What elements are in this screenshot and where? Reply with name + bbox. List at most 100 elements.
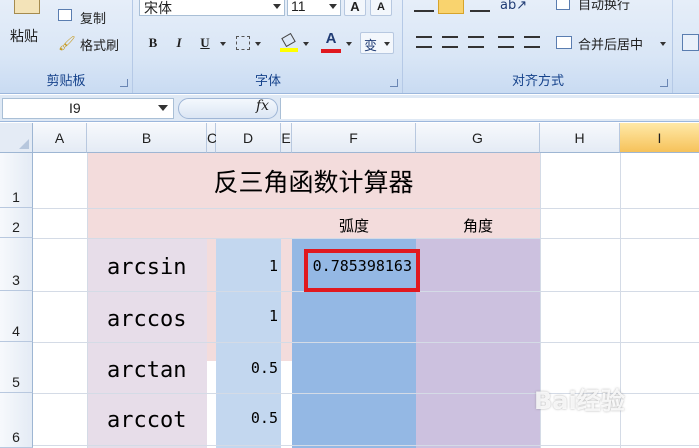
select-all-button[interactable] [0, 123, 33, 153]
column-header-d[interactable]: D [216, 123, 281, 153]
paste-icon [14, 0, 40, 14]
font-color-swatch [321, 49, 341, 53]
row-number: 3 [12, 272, 20, 288]
input-value-arctan[interactable]: 0.5 [216, 359, 278, 377]
borders-icon[interactable] [236, 36, 250, 50]
alignment-label: 对齐方式 [511, 74, 564, 89]
row-number: 1 [12, 189, 20, 205]
align-center-icon[interactable] [442, 36, 458, 48]
row-number: 5 [12, 374, 20, 390]
paste-button[interactable]: 粘贴 [10, 26, 38, 46]
function-label-arctan[interactable]: arctan [107, 358, 186, 383]
font-color-button[interactable]: A [320, 30, 342, 54]
align-bottom-icon[interactable] [470, 0, 490, 12]
chevron-down-icon [273, 4, 281, 9]
function-label-arccos[interactable]: arccos [107, 307, 186, 332]
gridline [33, 445, 699, 446]
bold-button[interactable]: B [142, 33, 164, 53]
input-value-arccos[interactable]: 1 [216, 307, 278, 325]
copy-icon [58, 9, 72, 21]
clipboard-label: 剪贴板 [46, 74, 86, 89]
align-middle-icon[interactable] [438, 0, 464, 14]
baidu-watermark: Bai经验 [534, 387, 625, 415]
input-value-arccot[interactable]: 0.5 [216, 409, 278, 427]
column-header-c[interactable]: C [207, 123, 217, 153]
font-color-label: A [325, 30, 337, 47]
font-label: 字体 [254, 74, 281, 89]
align-left-icon[interactable] [416, 36, 432, 48]
underline-button[interactable]: U [194, 33, 216, 53]
merge-center-icon [556, 36, 572, 49]
font-family-select[interactable]: 宋体 [139, 0, 285, 17]
degree-band [416, 238, 540, 448]
chevron-down-icon[interactable] [255, 42, 261, 46]
wrap-text-icon [556, 0, 570, 10]
format-painter-button[interactable]: 格式刷 [80, 35, 119, 54]
chevron-down-icon[interactable] [158, 105, 168, 111]
font-family-value: 宋体 [144, 1, 172, 17]
wrap-text-button[interactable]: 自动换行 [578, 0, 630, 13]
align-right-icon[interactable] [468, 36, 484, 48]
formula-bar: I9 fx [0, 95, 699, 122]
column-header-i[interactable]: I [620, 123, 699, 153]
row-header-6[interactable]: 6 [0, 393, 33, 448]
degree-header[interactable]: 角度 [416, 215, 540, 236]
column-header-h[interactable]: H [540, 123, 620, 153]
grow-font-button[interactable]: A [344, 0, 366, 16]
input-value-arcsin[interactable]: 1 [216, 257, 278, 275]
row-number: 2 [12, 219, 20, 235]
gridline [33, 238, 699, 239]
gridline [33, 208, 699, 209]
row-number: 6 [12, 429, 20, 445]
orientation-icon[interactable]: ab↗ [500, 0, 527, 13]
chevron-down-icon[interactable] [303, 42, 309, 46]
row-header-3[interactable]: 3 [0, 238, 33, 291]
row-number: 4 [12, 323, 20, 339]
number-group [674, 0, 699, 93]
highlight-box [304, 249, 420, 292]
font-dialog-launcher[interactable] [390, 79, 398, 87]
align-top-icon[interactable] [414, 0, 434, 12]
insert-function-button[interactable]: fx [256, 98, 269, 114]
row-header-2[interactable]: 2 [0, 208, 33, 238]
clipboard-group: 粘贴 复制 🖌 格式刷 剪贴板 [0, 0, 133, 93]
font-size-select[interactable]: 11 [287, 0, 341, 16]
column-header-g[interactable]: G [416, 123, 540, 153]
increase-indent-icon[interactable] [524, 36, 540, 48]
italic-button[interactable]: I [168, 33, 190, 53]
row-header-1[interactable]: 1 [0, 153, 33, 208]
clipboard-dialog-launcher[interactable] [120, 79, 128, 87]
radian-header[interactable]: 弧度 [292, 215, 416, 236]
chevron-down-icon[interactable] [660, 42, 666, 46]
function-label-arccot[interactable]: arccot [107, 408, 186, 433]
alignment-group: ab↗ 自动换行 合并后居中 对齐方式 [404, 0, 673, 93]
column-header-f[interactable]: F [292, 123, 416, 153]
calculator-title[interactable]: 反三角函数计算器 [87, 163, 540, 199]
gridline [33, 342, 699, 343]
phonetic-button[interactable]: 变 [360, 32, 394, 54]
function-label-arcsin[interactable]: arcsin [107, 255, 186, 280]
number-format-icon[interactable] [682, 34, 699, 51]
format-painter-icon: 🖌 [58, 36, 76, 52]
chevron-down-icon[interactable] [346, 42, 352, 46]
chevron-down-icon[interactable] [220, 42, 226, 46]
row-header-4[interactable]: 4 [0, 291, 33, 342]
font-size-value: 11 [291, 0, 306, 14]
ribbon: 粘贴 复制 🖌 格式刷 剪贴板 宋体 11 A A B I U A 变 字体 a… [0, 0, 699, 94]
font-group: 宋体 11 A A B I U A 变 字体 [134, 0, 403, 93]
shrink-font-button[interactable]: A [370, 0, 392, 16]
column-header-e[interactable]: E [281, 123, 292, 153]
column-header-a[interactable]: A [33, 123, 87, 153]
formula-input[interactable] [280, 98, 699, 119]
name-box[interactable]: I9 [2, 98, 174, 119]
decrease-indent-icon[interactable] [498, 36, 514, 48]
copy-button[interactable]: 复制 [80, 8, 106, 27]
phonetic-icon: 变 [364, 39, 378, 54]
alignment-dialog-launcher[interactable] [660, 79, 668, 87]
merge-center-button[interactable]: 合并后居中 [578, 34, 643, 53]
row-header-5[interactable]: 5 [0, 342, 33, 393]
column-header-b[interactable]: B [87, 123, 207, 153]
chevron-down-icon [384, 42, 390, 46]
chevron-down-icon [329, 4, 337, 9]
fill-color-icon[interactable] [280, 32, 298, 52]
